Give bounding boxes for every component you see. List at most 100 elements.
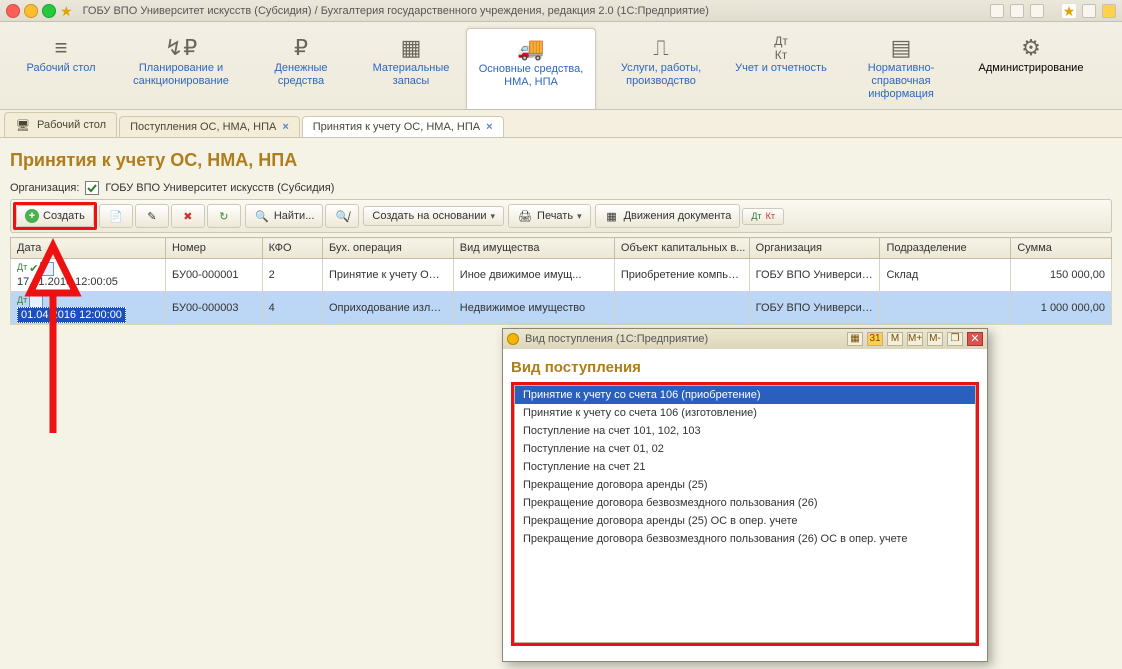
calculator-icon[interactable] (1102, 4, 1116, 18)
org-value: ГОБУ ВПО Университет искусств (Субсидия) (105, 182, 334, 194)
tab-receipts[interactable]: Поступления ОС, НМА, НПА × (119, 116, 300, 137)
movements-button[interactable]: ▦ Движения документа (595, 204, 741, 228)
plus-icon: + (25, 209, 39, 223)
menu-icon: ≡ (10, 34, 112, 62)
titlebar-tool-icon[interactable] (990, 4, 1004, 18)
table-row[interactable]: Дт✔17.01.2016 12:00:05 БУ00-000001 2 При… (11, 259, 1112, 292)
copy-icon: 📄 (108, 208, 124, 224)
receipt-type-list[interactable]: Принятие к учету со счета 106 (приобрете… (514, 385, 976, 643)
edit-button[interactable]: ✎ (135, 204, 169, 228)
document-icon: ▦ (604, 208, 620, 224)
button-label: Найти... (274, 210, 315, 222)
nav-cash[interactable]: ₽ Денежные средства (246, 28, 356, 109)
nav-admin[interactable]: ⚙ Администрирование (966, 28, 1096, 109)
nav-label: Нормативно-справочная информация (840, 62, 962, 101)
list-item[interactable]: Принятие к учету со счета 106 (приобрете… (515, 386, 975, 404)
chevron-down-icon: ▾ (577, 211, 582, 222)
col-date[interactable]: Дата (11, 238, 166, 259)
cell-type: Иное движимое имущ... (453, 259, 614, 292)
org-checkbox[interactable] (85, 181, 99, 195)
col-kfo[interactable]: КФО (262, 238, 322, 259)
button-label: Создать (43, 210, 85, 222)
col-number[interactable]: Номер (165, 238, 262, 259)
window-maximize-icon[interactable] (42, 4, 56, 18)
col-org[interactable]: Организация (749, 238, 880, 259)
nav-planning[interactable]: ↯₽ Планирование и санкционирование (116, 28, 246, 109)
nav-services[interactable]: ⎍ Услуги, работы, производство (596, 28, 726, 109)
list-item[interactable]: Прекращение договора аренды (25) ОС в оп… (515, 512, 975, 530)
nav-materials[interactable]: ▦ Материальные запасы (356, 28, 466, 109)
book-icon: ▤ (840, 34, 962, 62)
list-item[interactable]: Прекращение договора безвозмездного поль… (515, 494, 975, 512)
dialog-body: Вид поступления Принятие к учету со счет… (503, 349, 987, 654)
close-icon[interactable]: ✕ (967, 332, 983, 346)
list-item[interactable]: Поступление на счет 01, 02 (515, 440, 975, 458)
delete-button[interactable]: ✖ (171, 204, 205, 228)
history-icon[interactable] (1082, 4, 1096, 18)
search-icon: 🔍 (254, 208, 270, 224)
clear-find-button[interactable]: 🔍̸ (325, 204, 359, 228)
col-dept[interactable]: Подразделение (880, 238, 1011, 259)
cell-type: Недвижимое имущество (453, 292, 614, 325)
window-minimize-icon[interactable] (24, 4, 38, 18)
memory-mplus-button[interactable]: M+ (907, 332, 923, 346)
org-label: Организация: (10, 182, 79, 194)
refresh-button[interactable]: ↻ (207, 204, 241, 228)
col-object[interactable]: Объект капитальных в... (614, 238, 749, 259)
create-button[interactable]: + Создать (16, 205, 94, 227)
calc-icon[interactable]: ▦ (847, 332, 863, 346)
delete-icon: ✖ (180, 208, 196, 224)
list-item[interactable]: Прекращение договора аренды (25) (515, 476, 975, 494)
window-close-icon[interactable] (6, 4, 20, 18)
cell-kfo: 2 (262, 259, 322, 292)
nav-label: Рабочий стол (26, 62, 95, 75)
truck-icon: 🚚 (471, 35, 591, 63)
row-state-icons: Дт✔ (17, 262, 159, 276)
memory-mminus-button[interactable]: M- (927, 332, 943, 346)
tab-desktop[interactable]: 🖥 Рабочий стол (4, 112, 117, 137)
document-tabs: 🖥 Рабочий стол Поступления ОС, НМА, НПА … (0, 110, 1122, 138)
find-button[interactable]: 🔍 Найти... (245, 204, 324, 228)
list-item[interactable]: Поступление на счет 101, 102, 103 (515, 422, 975, 440)
cell-obj (614, 292, 749, 325)
nav-label: Услуги, работы, производство (600, 62, 722, 88)
page-content: Принятия к учету ОС, НМА, НПА Организаци… (0, 138, 1122, 333)
cell-number: БУ00-000001 (165, 259, 262, 292)
restore-icon[interactable]: ❐ (947, 332, 963, 346)
memory-m-button[interactable]: M (887, 332, 903, 346)
col-type[interactable]: Вид имущества (453, 238, 614, 259)
list-item[interactable]: Принятие к учету со счета 106 (изготовле… (515, 404, 975, 422)
copy-button[interactable]: 📄 (99, 204, 133, 228)
nav-assets[interactable]: 🚚 Основные средства, НМА, НПА (466, 28, 596, 109)
cell-org: ГОБУ ВПО Университ... (749, 259, 880, 292)
list-item[interactable]: Поступление на счет 21 (515, 458, 975, 476)
nav-accounting[interactable]: ДтКт Учет и отчетность (726, 28, 836, 109)
list-item[interactable]: Прекращение договора безвозмездного поль… (515, 530, 975, 548)
gear-icon: ⚙ (970, 34, 1092, 62)
cell-dept (880, 292, 1011, 325)
nav-desktop[interactable]: ≡ Рабочий стол (6, 28, 116, 109)
col-sum[interactable]: Сумма (1011, 238, 1112, 259)
cell-kfo: 4 (262, 292, 322, 325)
dialog-titlebar: Вид поступления (1С:Предприятие) ▦ 31 M … (503, 329, 987, 349)
favorite-star-icon[interactable]: ★ (60, 4, 73, 18)
documents-grid[interactable]: Дата Номер КФО Бух. операция Вид имущест… (10, 237, 1112, 325)
tab-acceptance[interactable]: Принятия к учету ОС, НМА, НПА × (302, 116, 504, 137)
favorites-icon[interactable]: ★ (1062, 4, 1076, 18)
print-button[interactable]: 🖨 Печать ▾ (508, 204, 591, 228)
table-row[interactable]: Дт01.04.2016 12:00:00 БУ00-000003 4 Опри… (11, 292, 1112, 325)
col-operation[interactable]: Бух. операция (322, 238, 453, 259)
option-highlight: Принятие к учету со счета 106 (приобрете… (511, 382, 979, 646)
page-title: Принятия к учету ОС, НМА, НПА (10, 150, 1112, 171)
close-icon[interactable]: × (486, 121, 492, 133)
calendar-icon[interactable]: 31 (867, 332, 883, 346)
cell-dept: Склад (880, 259, 1011, 292)
nav-label: Материальные запасы (360, 62, 462, 88)
dtkt-button[interactable]: ДтКт (742, 208, 784, 225)
cell-sum: 150 000,00 (1011, 259, 1112, 292)
create-by-button[interactable]: Создать на основании ▾ (363, 206, 504, 226)
titlebar-tool-icon[interactable] (1010, 4, 1024, 18)
nav-reference[interactable]: ▤ Нормативно-справочная информация (836, 28, 966, 109)
close-icon[interactable]: × (282, 121, 288, 133)
titlebar-tool-icon[interactable] (1030, 4, 1044, 18)
